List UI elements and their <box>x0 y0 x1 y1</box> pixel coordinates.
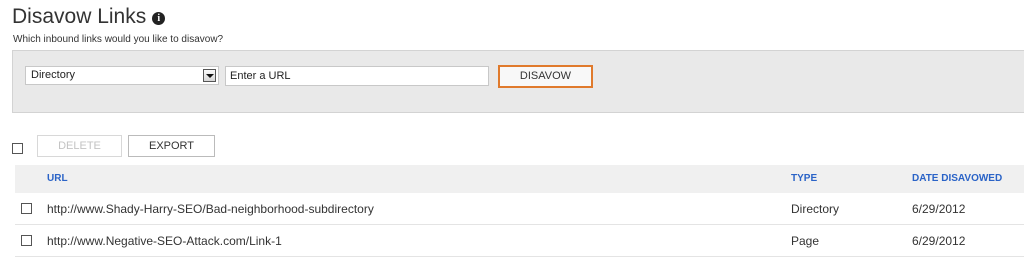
row-checkbox[interactable] <box>21 235 32 246</box>
row-date: 6/29/2012 <box>912 202 966 216</box>
table-header: URL TYPE DATE DISAVOWED <box>15 165 1024 193</box>
table-row: http://www.Negative-SEO-Attack.com/Link-… <box>15 225 1024 257</box>
row-type: Page <box>791 234 820 248</box>
row-url: http://www.Negative-SEO-Attack.com/Link-… <box>47 234 282 248</box>
chevron-down-icon[interactable] <box>203 69 216 82</box>
row-type: Directory <box>791 202 840 216</box>
table-row: http://www.Shady-Harry-SEO/Bad-neighborh… <box>15 193 1024 225</box>
link-type-select[interactable]: Directory <box>25 66 219 85</box>
url-input[interactable] <box>225 66 489 86</box>
link-type-select-value: Directory <box>31 69 76 81</box>
column-header-date[interactable]: DATE DISAVOWED <box>912 173 1002 184</box>
row-checkbox[interactable] <box>21 203 32 214</box>
info-icon[interactable]: i <box>152 12 166 25</box>
page-title-text: Disavow Links <box>12 5 147 28</box>
row-date: 6/29/2012 <box>912 234 966 248</box>
page-subtitle: Which inbound links would you like to di… <box>13 34 224 45</box>
column-header-url[interactable]: URL <box>47 173 68 184</box>
column-header-type[interactable]: TYPE <box>791 173 817 184</box>
row-url: http://www.Shady-Harry-SEO/Bad-neighborh… <box>47 202 374 216</box>
select-all-checkbox[interactable] <box>12 143 23 154</box>
page-title: Disavow Links i <box>12 5 166 29</box>
export-button[interactable]: EXPORT <box>128 135 215 157</box>
delete-button[interactable]: DELETE <box>37 135 122 157</box>
disavow-button[interactable]: DISAVOW <box>498 65 593 88</box>
